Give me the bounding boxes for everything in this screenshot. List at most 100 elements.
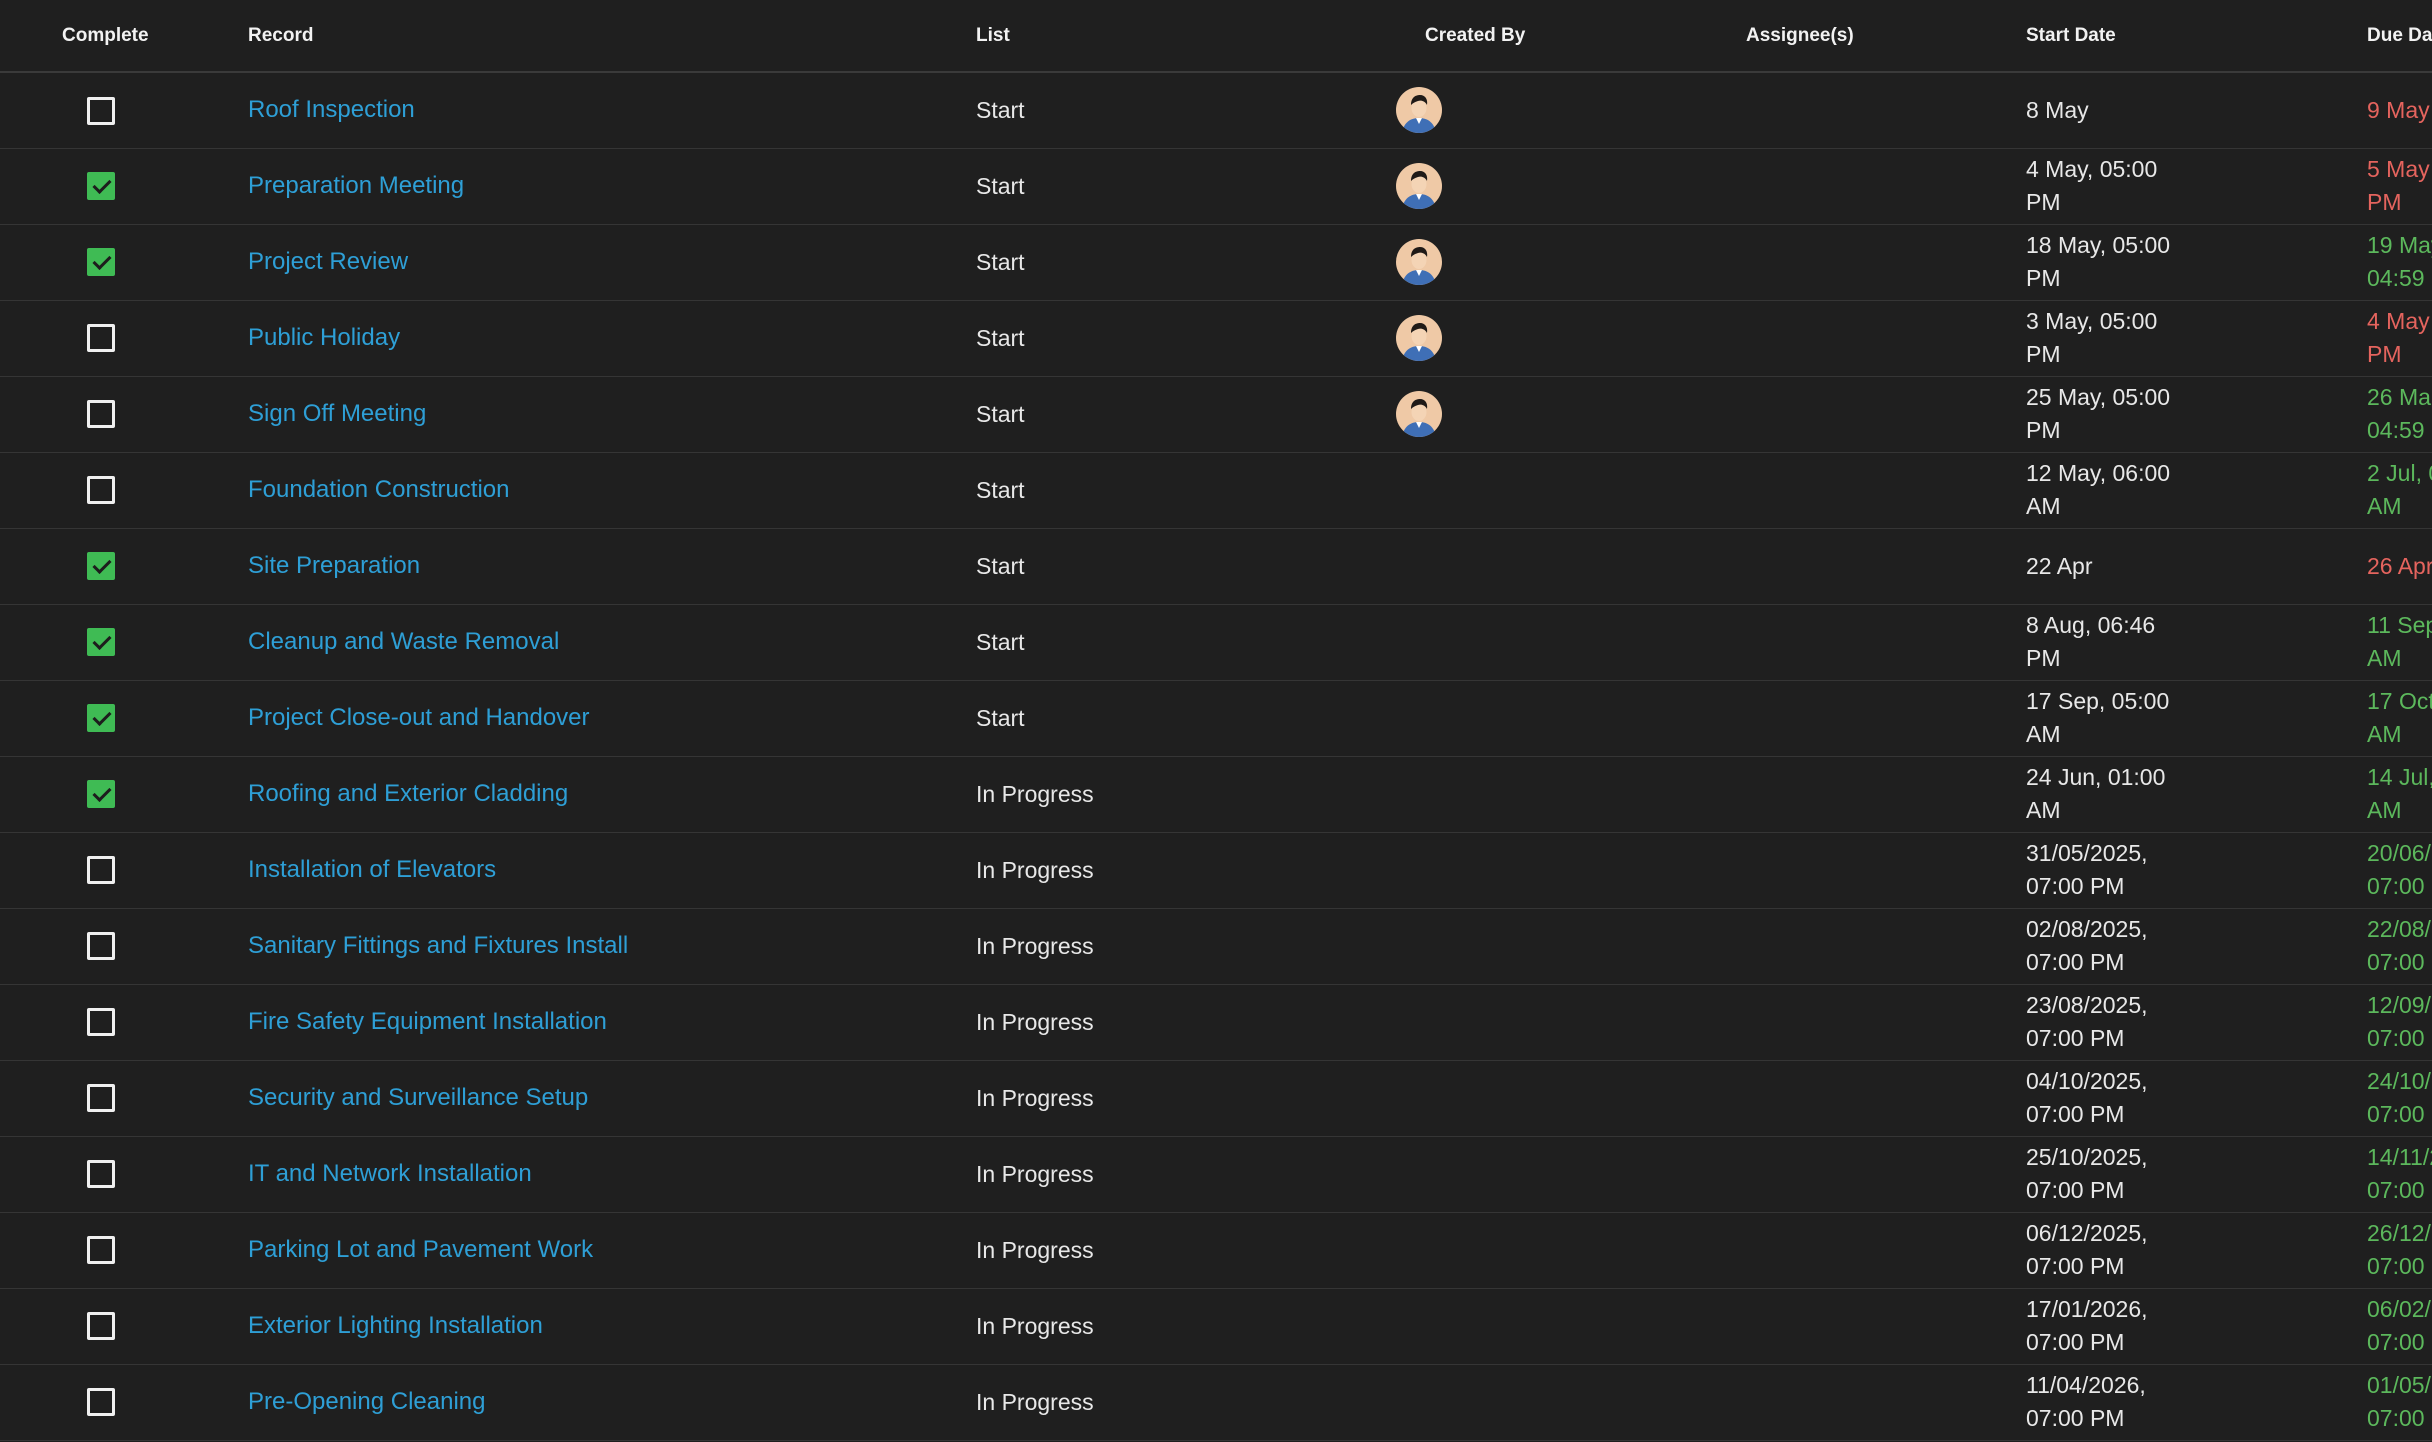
assignees-cell[interactable] [1746,224,2026,300]
record-link[interactable]: Installation of Elevators [248,856,496,883]
table-row[interactable]: Public Holiday Start 3 May, 05:00 PM 4 May PM [0,300,2432,376]
record-link[interactable]: Preparation Meeting [248,172,464,199]
table-row[interactable]: Project Close-out and Handover Start 17 Se… [0,680,2432,756]
record-link[interactable]: Roof Inspection [248,96,415,123]
table-row[interactable]: Project Review Start 18 May, 05:00 PM 19 May… [0,224,2432,300]
start-date-line: PM [2026,645,2061,671]
record-link[interactable]: Security and Surveillance Setup [248,1084,588,1111]
assignees-cell[interactable] [1746,756,2026,832]
record-cell: Site Preparation [248,528,976,604]
record-link[interactable]: IT and Network Installation [248,1160,532,1187]
table-row[interactable]: Site Preparation Start 22 Apr 26 Apr [0,528,2432,604]
assignees-cell[interactable] [1746,680,2026,756]
column-header-assignees[interactable]: Assignee(s) [1746,0,2026,72]
checkbox-checked[interactable] [87,628,115,657]
column-header-list[interactable]: List [976,0,1396,72]
start-date-value: 25 May, 05:00 PM [2026,381,2226,447]
assignees-cell[interactable] [1746,1060,2026,1136]
record-link[interactable]: Cleanup and Waste Removal [248,628,559,655]
assignees-cell[interactable] [1746,604,2026,680]
checkbox-unchecked[interactable] [87,856,115,885]
checkbox-unchecked[interactable] [87,1388,115,1417]
column-header-created-by[interactable]: Created By [1396,0,1746,72]
user-avatar[interactable] [1396,391,1442,437]
record-link[interactable]: Roofing and Exterior Cladding [248,780,568,807]
assignees-cell[interactable] [1746,1136,2026,1212]
assignees-cell[interactable] [1746,984,2026,1060]
assignees-cell[interactable] [1746,1212,2026,1288]
record-link[interactable]: Foundation Construction [248,476,510,503]
table-row[interactable]: Roof Inspection Start 8 May 9 May [0,72,2432,148]
table-row[interactable]: Fire Safety Equipment Installation In Pro… [0,984,2432,1060]
record-link[interactable]: Pre-Opening Cleaning [248,1388,485,1415]
checkbox-unchecked[interactable] [87,1084,115,1113]
table-row[interactable]: Cleanup and Waste Removal Start 8 Aug, 06:… [0,604,2432,680]
table-row[interactable]: Foundation Construction Start 12 May, 06:0… [0,452,2432,528]
checkbox-unchecked[interactable] [87,324,115,353]
start-date-line: 4 May, 05:00 [2026,156,2158,182]
record-link[interactable]: Site Preparation [248,552,420,579]
user-avatar[interactable] [1396,163,1442,209]
start-date-value: 12 May, 06:00 AM [2026,457,2226,523]
table-row[interactable]: Installation of Elevators In Progress 31/0… [0,832,2432,908]
start-date-line: 07:00 PM [2026,949,2125,975]
checkbox-unchecked[interactable] [87,476,115,505]
record-link[interactable]: Sanitary Fittings and Fixtures Install [248,932,628,959]
table-row[interactable]: Roofing and Exterior Cladding In Progress… [0,756,2432,832]
checkbox-unchecked[interactable] [87,1008,115,1037]
checkbox-checked[interactable] [87,172,115,201]
complete-cell [0,72,248,148]
assignees-cell[interactable] [1746,376,2026,452]
start-date-value: 3 May, 05:00 PM [2026,305,2226,371]
column-header-due-date[interactable]: Due Da [2367,0,2432,72]
assignees-cell[interactable] [1746,148,2026,224]
table-row[interactable]: Preparation Meeting Start 4 May, 05:00 PM 5 … [0,148,2432,224]
assignees-cell[interactable] [1746,1364,2026,1440]
record-link[interactable]: Project Close-out and Handover [248,704,590,731]
table-row[interactable]: Sanitary Fittings and Fixtures Install In… [0,908,2432,984]
checkbox-checked[interactable] [87,248,115,277]
table-row[interactable]: Pre-Opening Cleaning In Progress 11/04/202… [0,1364,2432,1440]
user-avatar[interactable] [1396,315,1442,361]
checkbox-unchecked[interactable] [87,1160,115,1189]
due-date-value: 17 Oct AM [2367,685,2432,751]
due-date-value: 14 Jul, AM [2367,761,2432,827]
user-avatar[interactable] [1396,239,1442,285]
assignees-cell[interactable] [1746,452,2026,528]
start-date-cell: 17/01/2026, 07:00 PM [2026,1288,2367,1364]
table-row[interactable]: IT and Network Installation In Progress 25… [0,1136,2432,1212]
checkbox-checked[interactable] [87,780,115,809]
column-header-complete[interactable]: Complete [0,0,248,72]
start-date-value: 23/08/2025, 07:00 PM [2026,989,2226,1055]
checkbox-unchecked[interactable] [87,932,115,961]
created-by-cell [1396,908,1746,984]
table-row[interactable]: Exterior Lighting Installation In Progres… [0,1288,2432,1364]
start-date-line: 22 Apr [2026,552,2093,579]
assignees-cell[interactable] [1746,300,2026,376]
assignees-cell[interactable] [1746,908,2026,984]
due-date-cell: 26/12/07:00 [2367,1212,2432,1288]
table-row[interactable]: Sign Off Meeting Start 25 May, 05:00 PM 26 M… [0,376,2432,452]
record-link[interactable]: Project Review [248,248,408,275]
checkbox-checked[interactable] [87,552,115,581]
checkbox-checked[interactable] [87,704,115,733]
record-link[interactable]: Parking Lot and Pavement Work [248,1236,593,1263]
assignees-cell[interactable] [1746,72,2026,148]
table-row[interactable]: Security and Surveillance Setup In Progre… [0,1060,2432,1136]
checkbox-unchecked[interactable] [87,1236,115,1265]
assignees-cell[interactable] [1746,1288,2026,1364]
assignees-cell[interactable] [1746,832,2026,908]
table-row[interactable]: Parking Lot and Pavement Work In Progress… [0,1212,2432,1288]
assignees-cell[interactable] [1746,528,2026,604]
column-header-record[interactable]: Record [248,0,976,72]
record-link[interactable]: Sign Off Meeting [248,400,426,427]
user-avatar[interactable] [1396,87,1442,134]
due-date-line: 07:00 [2367,1101,2425,1127]
record-link[interactable]: Fire Safety Equipment Installation [248,1008,607,1035]
checkbox-unchecked[interactable] [87,1312,115,1341]
column-header-start-date[interactable]: Start Date [2026,0,2367,72]
record-link[interactable]: Exterior Lighting Installation [248,1312,543,1339]
record-link[interactable]: Public Holiday [248,324,400,351]
checkbox-unchecked[interactable] [87,400,115,429]
checkbox-unchecked[interactable] [87,96,115,125]
